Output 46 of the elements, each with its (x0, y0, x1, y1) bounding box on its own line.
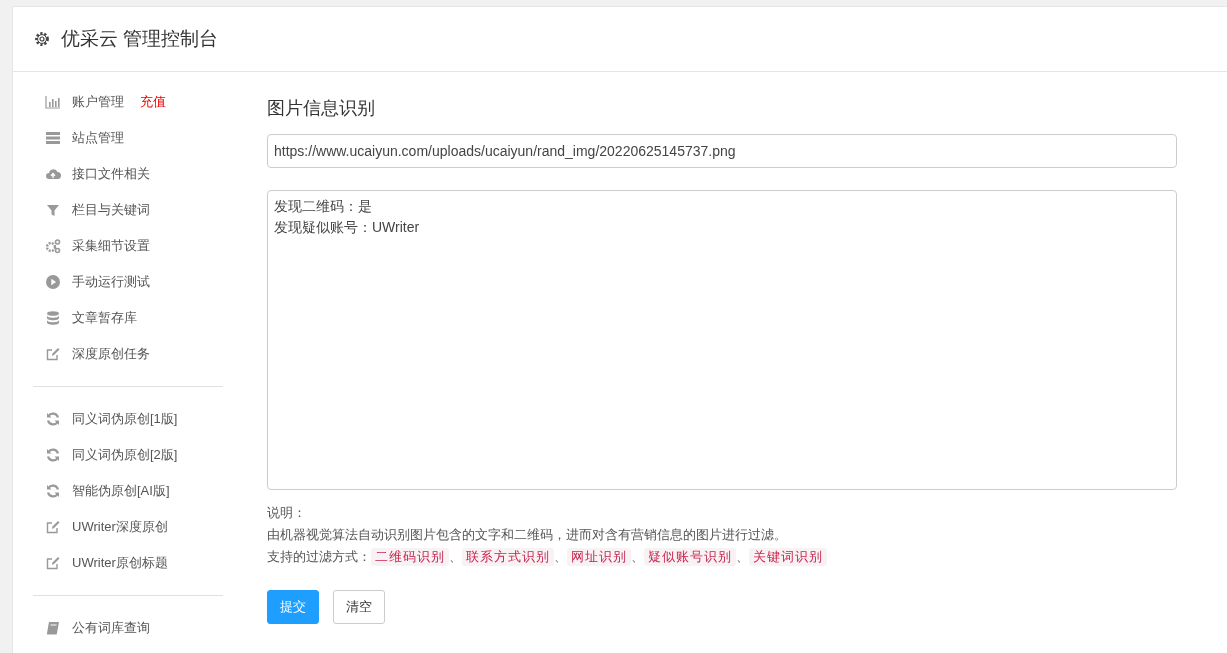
filter-tag: 二维码识别 (371, 548, 449, 566)
refresh-icon (45, 411, 61, 427)
cloud-upload-icon (45, 166, 61, 182)
filters-label: 支持的过滤方式： (267, 549, 371, 566)
sidebar-item[interactable]: 栏目与关键词 (72, 201, 150, 219)
section-title: 图片信息识别 (267, 97, 376, 120)
database-icon (45, 310, 61, 326)
bar-chart-icon (45, 94, 61, 110)
sidebar-item[interactable]: 智能伪原创[AI版] (72, 482, 170, 500)
sidebar-item[interactable]: UWriter深度原创 (72, 518, 168, 536)
separator: 、 (554, 549, 567, 566)
refresh-icon (45, 483, 61, 499)
filter-icon (45, 202, 61, 218)
edit-icon (45, 519, 61, 535)
sidebar-item[interactable]: 采集细节设置 (72, 237, 150, 255)
clear-button[interactable]: 清空 (333, 590, 385, 624)
filter-tag: 联系方式识别 (462, 548, 554, 566)
filter-tag: 疑似账号识别 (644, 548, 736, 566)
sidebar-item[interactable]: 接口文件相关 (72, 165, 150, 183)
sidebar-item[interactable]: 站点管理 (72, 129, 124, 147)
sidebar-item[interactable]: 文章暂存库 (72, 309, 137, 327)
sidebar-item[interactable]: 深度原创任务 (72, 345, 150, 363)
recharge-link[interactable]: 充值 (140, 93, 166, 111)
sidebar-item[interactable]: 手动运行测试 (72, 273, 150, 291)
refresh-icon (45, 447, 61, 463)
sidebar-item[interactable]: UWriter原创标题 (72, 554, 168, 572)
play-icon (45, 274, 61, 290)
sidebar-item[interactable]: 同义词伪原创[2版] (72, 446, 178, 464)
sidebar-item[interactable]: 公有词库查询 (72, 619, 150, 637)
settings-icon (33, 30, 51, 48)
filter-tag: 网址识别 (567, 548, 631, 566)
separator: 、 (631, 549, 644, 566)
edit-icon (45, 555, 61, 571)
edit-icon (45, 346, 61, 362)
sidebar-item[interactable]: 同义词伪原创[1版] (72, 410, 178, 428)
filter-tag: 关键词识别 (749, 548, 827, 566)
book-icon (45, 620, 61, 636)
separator: 、 (736, 549, 749, 566)
url-field[interactable]: https://www.ucaiyun.com/uploads/ucaiyun/rand_img/20220625145737.png (267, 134, 1177, 168)
separator: 、 (449, 549, 462, 566)
server-icon (45, 130, 61, 146)
app-title: 优采云 管理控制台 (61, 27, 219, 51)
sidebar-item[interactable]: 账户管理 (72, 93, 124, 111)
notes-text: 由机器视觉算法自动识别图片包含的文字和二维码，进而对含有营销信息的图片进行过滤。 (267, 528, 787, 542)
notes-heading: 说明： (267, 506, 306, 520)
result-box[interactable]: 发现二维码：是 发现疑似账号：UWriter (267, 190, 1177, 490)
